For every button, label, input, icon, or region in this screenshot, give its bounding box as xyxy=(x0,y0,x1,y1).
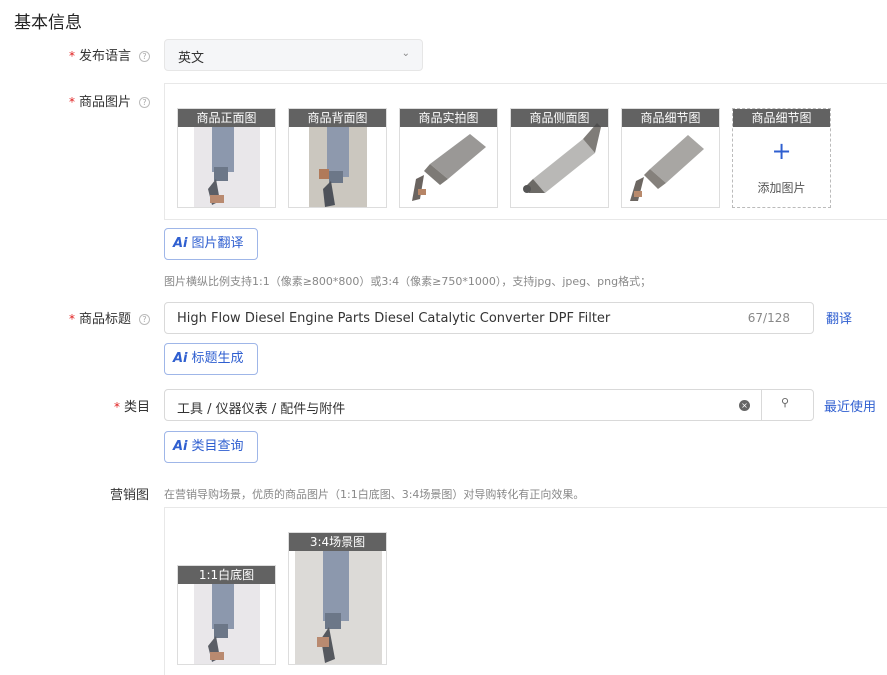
translate-link[interactable]: 翻译 xyxy=(826,308,852,327)
required-mark: * xyxy=(69,312,75,326)
image-card-back[interactable]: 商品背面图 xyxy=(288,108,387,208)
recent-used-link[interactable]: 最近使用 xyxy=(824,396,876,415)
marketing-hint: 在营销导购场景，优质的商品图片（1:1白底图、3:4场景图）对导购转化有正向效果… xyxy=(164,488,585,501)
required-mark: * xyxy=(69,49,75,63)
image-card-detail[interactable]: 商品细节图 xyxy=(621,108,720,208)
category-label: 类目 xyxy=(124,400,151,415)
image-caption: 商品细节图 xyxy=(733,109,830,127)
plus-icon: + xyxy=(771,137,792,165)
image-translate-label: 图片翻译 xyxy=(191,236,244,251)
title-label: 商品标题 xyxy=(79,312,132,327)
ai-icon: Ai xyxy=(173,236,188,251)
title-generate-button[interactable]: Ai 标题生成 xyxy=(164,343,258,375)
title-label-row: * 商品标题? xyxy=(69,308,151,327)
category-label-row: * 类目 xyxy=(114,396,150,415)
image-card-front[interactable]: 商品正面图 xyxy=(177,108,276,208)
question-icon[interactable]: ? xyxy=(139,97,151,108)
ai-icon: Ai xyxy=(173,439,188,454)
image-caption: 商品背面图 xyxy=(289,109,386,127)
language-label-row: * 发布语言? xyxy=(69,45,151,64)
required-mark: * xyxy=(69,95,75,109)
image-format-hint: 图片横纵比例支持1:1（像素≥800*800）或3:4（像素≥750*1000）… xyxy=(164,275,652,288)
image-caption: 商品正面图 xyxy=(178,109,275,127)
section-title: 基本信息 xyxy=(14,13,82,33)
title-char-count: 67/128 xyxy=(747,311,790,325)
marketing-panel: 1:1白底图 3:4场景图 xyxy=(164,507,887,675)
search-icon: ⚲ xyxy=(781,396,790,409)
title-value: High Flow Diesel Engine Parts Diesel Cat… xyxy=(177,311,611,326)
required-mark: * xyxy=(114,400,120,414)
category-query-button[interactable]: Ai 类目查询 xyxy=(164,431,258,463)
image-card-side[interactable]: 商品侧面图 xyxy=(510,108,609,208)
marketing-caption: 3:4场景图 xyxy=(289,533,386,551)
add-image-text: 添加图片 xyxy=(757,181,806,195)
category-search-button[interactable]: ⚲ xyxy=(761,389,815,421)
add-image-card[interactable]: 商品细节图 + 添加图片 xyxy=(732,108,831,208)
language-value: 英文 xyxy=(178,51,205,66)
image-caption: 商品细节图 xyxy=(622,109,719,127)
images-label-row: * 商品图片? xyxy=(69,91,151,110)
question-icon[interactable]: ? xyxy=(139,51,151,62)
title-input[interactable]: High Flow Diesel Engine Parts Diesel Cat… xyxy=(164,302,814,334)
marketing-label: 营销图 xyxy=(110,488,150,503)
marketing-image xyxy=(295,551,382,664)
ai-icon: Ai xyxy=(173,351,188,366)
images-label: 商品图片 xyxy=(79,95,132,110)
images-panel: 商品正面图 商品背面图 商品实拍图 商品侧面图 商品细节图 商品细节图 + 添加… xyxy=(164,83,887,220)
image-card-real[interactable]: 商品实拍图 xyxy=(399,108,498,208)
marketing-card-square[interactable]: 1:1白底图 xyxy=(177,565,276,665)
language-label: 发布语言 xyxy=(79,49,132,64)
clear-icon[interactable]: × xyxy=(739,400,750,411)
category-value: 工具 / 仪器仪表 / 配件与附件 xyxy=(177,402,346,417)
category-input[interactable]: 工具 / 仪器仪表 / 配件与附件 × ⚲ xyxy=(164,389,814,421)
image-translate-button[interactable]: Ai 图片翻译 xyxy=(164,228,258,260)
language-select[interactable]: 英文 ⌄ xyxy=(164,39,423,71)
marketing-caption: 1:1白底图 xyxy=(178,566,275,584)
marketing-card-scene[interactable]: 3:4场景图 xyxy=(288,532,387,665)
image-caption: 商品侧面图 xyxy=(511,109,608,127)
question-icon[interactable]: ? xyxy=(139,314,151,325)
category-query-label: 类目查询 xyxy=(191,439,244,454)
chevron-down-icon: ⌄ xyxy=(401,48,410,59)
title-generate-label: 标题生成 xyxy=(191,351,244,366)
image-caption: 商品实拍图 xyxy=(400,109,497,127)
